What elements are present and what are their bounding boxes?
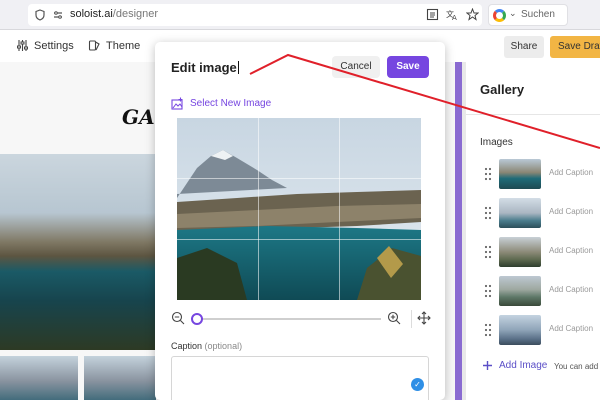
save-button[interactable]: Save xyxy=(387,56,429,78)
crop-area[interactable] xyxy=(177,118,421,300)
drag-handle-icon[interactable] xyxy=(484,284,492,298)
text-cursor xyxy=(237,61,239,74)
select-new-image-label: Select New Image xyxy=(190,98,272,109)
zoom-slider-track[interactable] xyxy=(195,318,381,320)
gallery-thumbnail[interactable] xyxy=(499,276,541,306)
zoom-out-icon[interactable] xyxy=(171,311,185,325)
canvas-hero-photo[interactable] xyxy=(0,154,155,350)
add-image-button[interactable]: Add Image xyxy=(482,360,547,371)
drag-handle-icon[interactable] xyxy=(484,206,492,220)
settings-label: Settings xyxy=(34,39,74,52)
theme-button[interactable]: Theme xyxy=(88,39,140,52)
canvas-logo: GA xyxy=(122,105,155,129)
canvas-thumbnail[interactable] xyxy=(0,356,78,400)
browser-toolbar: soloist.ai/designer 文A ⌄ Suchen xyxy=(0,0,600,30)
crop-grid-line xyxy=(177,178,421,179)
divider xyxy=(411,310,412,328)
search-engine-icon xyxy=(493,9,506,22)
settings-icon xyxy=(17,40,28,51)
divider xyxy=(466,114,600,115)
gallery-image-row[interactable]: Add Caption xyxy=(480,198,600,228)
modal-title-text: Edit image xyxy=(171,60,237,75)
chevron-down-icon[interactable]: ⌄ xyxy=(509,8,517,19)
check-icon: ✓ xyxy=(411,378,424,391)
url-text: soloist.ai/designer xyxy=(70,8,158,20)
add-image-label: Add Image xyxy=(499,360,548,371)
crop-grid-line xyxy=(177,239,421,240)
panel-title: Gallery xyxy=(480,82,525,97)
caption-label-text: Caption xyxy=(171,341,203,351)
zoom-in-icon[interactable] xyxy=(387,311,401,325)
zoom-control xyxy=(171,308,431,330)
share-button[interactable]: Share xyxy=(504,36,544,58)
crop-grid-line xyxy=(258,118,259,300)
gallery-thumbnail[interactable] xyxy=(499,159,541,189)
gallery-thumbnail[interactable] xyxy=(499,237,541,267)
canvas-thumbnail[interactable] xyxy=(84,356,156,400)
add-caption-field[interactable]: Add Caption xyxy=(549,246,593,255)
theme-icon xyxy=(88,40,100,51)
crop-grid-line xyxy=(339,118,340,300)
search-placeholder: Suchen xyxy=(521,9,555,20)
url-host: soloist.ai xyxy=(70,8,113,20)
gallery-image-row[interactable]: Add Caption xyxy=(480,276,600,306)
drag-handle-icon[interactable] xyxy=(484,323,492,337)
add-image-hint: You can add xyxy=(554,362,599,371)
move-icon[interactable] xyxy=(417,311,431,325)
modal-title: Edit image xyxy=(171,60,239,75)
caption-input[interactable]: ✓ xyxy=(171,356,429,400)
site-permissions-icon[interactable] xyxy=(52,9,64,21)
gallery-image-row[interactable]: Add Caption xyxy=(480,237,600,267)
gallery-panel: Gallery Images Add Caption Add Caption A… xyxy=(466,62,600,400)
panel-accent-strip xyxy=(455,62,462,400)
edit-image-modal: Edit image Cancel Save Select New Image xyxy=(155,42,445,400)
gallery-image-row[interactable]: Add Caption xyxy=(480,315,600,345)
zoom-slider-thumb[interactable] xyxy=(191,313,203,325)
settings-button[interactable]: Settings xyxy=(16,39,74,52)
add-caption-field[interactable]: Add Caption xyxy=(549,207,593,216)
drag-handle-icon[interactable] xyxy=(484,245,492,259)
add-caption-field[interactable]: Add Caption xyxy=(549,285,593,294)
theme-label: Theme xyxy=(106,39,141,52)
svg-text:A: A xyxy=(452,14,457,21)
images-section-label: Images xyxy=(480,137,513,148)
address-bar[interactable]: soloist.ai/designer 文A xyxy=(28,4,482,26)
gallery-thumbnail[interactable] xyxy=(499,198,541,228)
search-bar[interactable]: ⌄ Suchen xyxy=(488,4,568,26)
gallery-image-row[interactable]: Add Caption xyxy=(480,159,600,189)
gallery-thumbnail[interactable] xyxy=(499,315,541,345)
save-draft-button[interactable]: Save Draft xyxy=(550,36,600,58)
caption-label: Caption (optional) xyxy=(171,341,242,351)
url-path: /designer xyxy=(112,8,159,20)
add-caption-field[interactable]: Add Caption xyxy=(549,324,593,333)
bookmark-star-icon[interactable] xyxy=(466,8,479,21)
landscape-photo xyxy=(177,118,421,300)
select-new-image-button[interactable]: Select New Image xyxy=(171,97,271,110)
plus-icon xyxy=(483,361,492,370)
caption-optional-text: (optional) xyxy=(204,341,243,351)
translate-icon[interactable]: 文A xyxy=(446,8,459,21)
image-add-icon xyxy=(171,97,183,110)
reader-view-icon[interactable] xyxy=(426,8,439,21)
cancel-button[interactable]: Cancel xyxy=(332,56,380,78)
add-caption-field[interactable]: Add Caption xyxy=(549,168,593,177)
drag-handle-icon[interactable] xyxy=(484,167,492,181)
shield-icon[interactable] xyxy=(34,9,46,21)
